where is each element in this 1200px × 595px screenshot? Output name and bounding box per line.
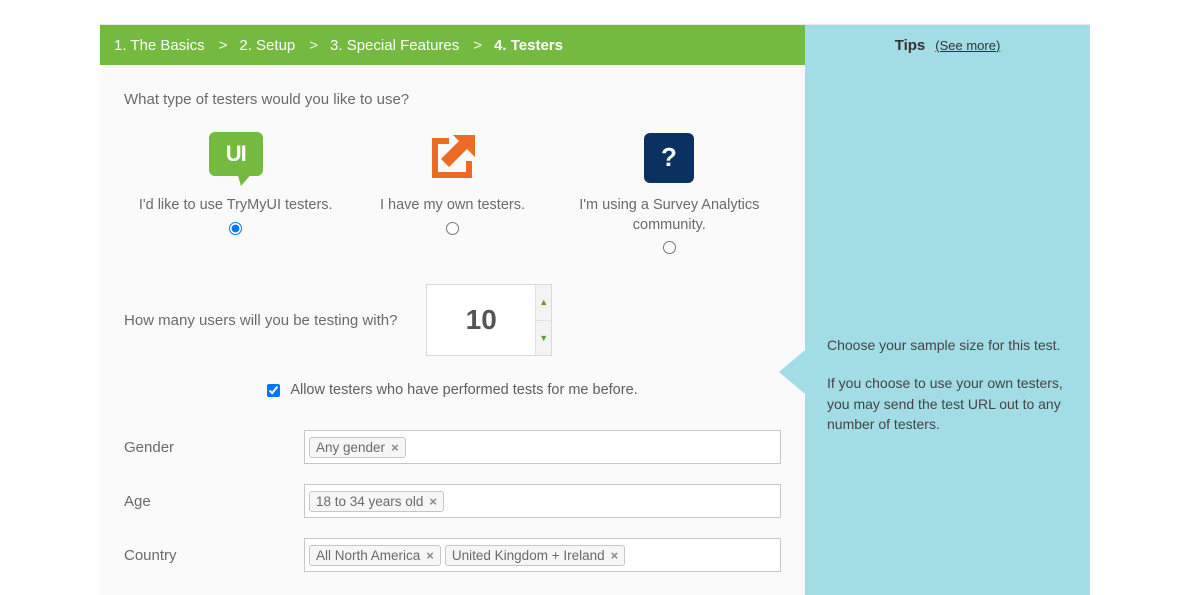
stepper-up[interactable]: ▲ bbox=[536, 285, 551, 320]
allow-repeat-checkbox[interactable] bbox=[267, 384, 280, 397]
tips-see-more-link[interactable]: (See more) bbox=[935, 38, 1000, 53]
trymyui-icon: UI bbox=[209, 132, 263, 184]
country-tag-input[interactable]: All North America × United Kingdom + Ire… bbox=[304, 538, 781, 572]
country-tag-2[interactable]: United Kingdom + Ireland × bbox=[445, 545, 625, 566]
user-count-value[interactable]: 10 bbox=[427, 285, 535, 355]
allow-repeat-label: Allow testers who have performed tests f… bbox=[290, 382, 637, 398]
external-arrow-icon bbox=[425, 131, 479, 185]
tips-title: Tips bbox=[895, 37, 926, 54]
gender-tag[interactable]: Any gender × bbox=[309, 437, 406, 458]
step-4-current[interactable]: 4. Testers bbox=[494, 37, 563, 54]
stepper-down[interactable]: ▼ bbox=[536, 320, 551, 356]
tip-text-2: If you choose to use your own testers, y… bbox=[827, 373, 1072, 434]
tester-option-sa-radio[interactable] bbox=[663, 241, 676, 254]
remove-tag-icon[interactable]: × bbox=[429, 495, 437, 508]
age-tag[interactable]: 18 to 34 years old × bbox=[309, 491, 444, 512]
step-1[interactable]: 1. The Basics bbox=[114, 37, 205, 54]
svg-text:?: ? bbox=[661, 143, 677, 172]
progress-bar: 1. The Basics > 2. Setup > 3. Special Fe… bbox=[100, 25, 1090, 65]
country-label: Country bbox=[124, 547, 304, 564]
gender-label: Gender bbox=[124, 439, 304, 456]
age-tag-input[interactable]: 18 to 34 years old × bbox=[304, 484, 781, 518]
remove-tag-icon[interactable]: × bbox=[391, 441, 399, 454]
tester-option-own-radio[interactable] bbox=[446, 222, 459, 235]
step-3[interactable]: 3. Special Features bbox=[330, 37, 459, 54]
country-tag-1[interactable]: All North America × bbox=[309, 545, 441, 566]
step-sep: > bbox=[473, 37, 482, 54]
gender-tag-text: Any gender bbox=[316, 440, 385, 455]
survey-analytics-icon: ? bbox=[644, 133, 694, 183]
country-tag-2-text: United Kingdom + Ireland bbox=[452, 548, 605, 563]
tips-panel: Choose your sample size for this test. I… bbox=[805, 65, 1090, 595]
tip-text-1: Choose your sample size for this test. bbox=[827, 335, 1072, 355]
tester-type-group: UI I'd like to use TryMyUI testers. bbox=[124, 126, 781, 254]
question-user-count: How many users will you be testing with? bbox=[124, 312, 426, 329]
tester-option-surveyanalytics[interactable]: ? I'm using a Survey Analytics community… bbox=[561, 126, 778, 254]
question-tester-type: What type of testers would you like to u… bbox=[124, 91, 781, 108]
step-2[interactable]: 2. Setup bbox=[239, 37, 295, 54]
tester-option-trymyui-label: I'd like to use TryMyUI testers. bbox=[127, 196, 344, 216]
tips-header: Tips (See more) bbox=[805, 25, 1090, 65]
age-tag-text: 18 to 34 years old bbox=[316, 494, 423, 509]
tester-option-trymyui-radio[interactable] bbox=[229, 222, 242, 235]
main-panel: What type of testers would you like to u… bbox=[100, 65, 805, 595]
remove-tag-icon[interactable]: × bbox=[426, 549, 434, 562]
user-count-stepper[interactable]: 10 ▲ ▼ bbox=[426, 284, 552, 356]
country-tag-1-text: All North America bbox=[316, 548, 420, 563]
gender-tag-input[interactable]: Any gender × bbox=[304, 430, 781, 464]
tester-option-sa-label: I'm using a Survey Analytics community. bbox=[561, 196, 778, 235]
age-label: Age bbox=[124, 493, 304, 510]
tester-option-own[interactable]: I have my own testers. bbox=[344, 126, 561, 254]
remove-tag-icon[interactable]: × bbox=[611, 549, 619, 562]
tester-option-own-label: I have my own testers. bbox=[344, 196, 561, 216]
step-sep: > bbox=[219, 37, 228, 54]
step-sep: > bbox=[309, 37, 318, 54]
tips-pointer-icon bbox=[779, 350, 805, 394]
tester-option-trymyui[interactable]: UI I'd like to use TryMyUI testers. bbox=[127, 126, 344, 254]
